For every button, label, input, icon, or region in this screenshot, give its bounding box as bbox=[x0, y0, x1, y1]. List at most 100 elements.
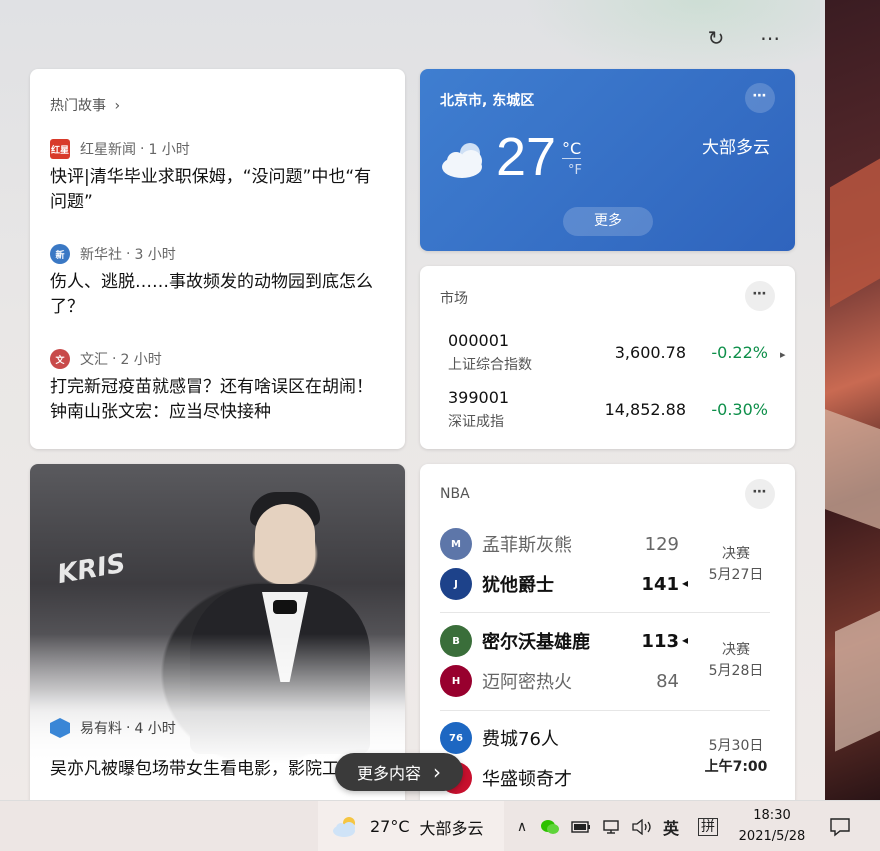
team-name: 华盛顿奇才 bbox=[482, 769, 572, 790]
game-info: 5月30日 上午7:00 bbox=[692, 736, 780, 778]
team-name: 孟菲斯灰熊 bbox=[482, 535, 572, 556]
winner-arrow-icon: ◂ bbox=[682, 633, 689, 647]
game-time: 上午7:00 bbox=[704, 759, 768, 775]
source-logo-icon bbox=[50, 718, 70, 738]
more-options-icon[interactable]: ⋯ bbox=[745, 83, 775, 113]
story-item[interactable]: 新 新华社 · 3 小时 伤人、逃脱……事故频发的动物园到底怎么了？ bbox=[50, 244, 380, 320]
team-score: 84 bbox=[656, 671, 679, 692]
team-score: 129 bbox=[644, 534, 679, 555]
chevron-right-icon: › bbox=[433, 760, 441, 784]
unit-celsius-toggle[interactable]: °C bbox=[562, 139, 582, 159]
heat-logo-icon: H bbox=[440, 665, 472, 697]
market-row[interactable]: 000001 上证综合指数 3,600.78 -0.22% bbox=[448, 331, 768, 375]
divider bbox=[440, 612, 770, 613]
game-stage: 决赛 bbox=[722, 642, 750, 658]
weather-condition: 大部多云 bbox=[702, 138, 770, 158]
taskbar-weather-button[interactable]: 27°C 大部多云 bbox=[318, 801, 504, 851]
story-time: 3 小时 bbox=[134, 247, 176, 263]
refresh-icon[interactable]: ↻ bbox=[702, 24, 730, 52]
photo-story-card[interactable]: KRIS 易有料·4 小时 吴亦凡被曝包场带女生看电影，影院工作人员公开监控视频… bbox=[30, 464, 405, 800]
market-title: 市场 bbox=[440, 291, 468, 307]
game-stage: 决赛 bbox=[722, 546, 750, 562]
stock-change: -0.30% bbox=[711, 400, 768, 419]
story-time: 4 小时 bbox=[134, 721, 176, 737]
stock-price: 14,852.88 bbox=[604, 400, 686, 419]
story-source: 易有料 bbox=[80, 721, 122, 737]
team-name: 迈阿密热火 bbox=[482, 672, 572, 693]
winner-arrow-icon: ◂ bbox=[682, 576, 689, 590]
cloudy-icon bbox=[442, 143, 482, 178]
story-item[interactable]: 红星 红星新闻 · 1 小时 快评|清华毕业求职保姆，“没问题”中也“有问题” bbox=[50, 139, 380, 215]
ime-mode-indicator[interactable]: 拼 bbox=[696, 801, 720, 851]
story-source: 红星新闻 bbox=[80, 142, 136, 158]
stock-code: 000001 bbox=[448, 331, 510, 350]
source-logo-icon: 新 bbox=[50, 244, 70, 264]
taskbar-condition: 大部多云 bbox=[419, 818, 484, 838]
stock-name: 上证综合指数 bbox=[448, 357, 532, 373]
weather-location: 北京市, 东城区 bbox=[440, 93, 535, 109]
taskbar-clock[interactable]: 18:30 2021/5/28 bbox=[728, 805, 816, 847]
market-next-icon[interactable]: ▸ bbox=[780, 348, 786, 361]
story-headline[interactable]: 打完新冠疫苗就感冒？还有啥误区在胡闹！钟南山张文宏：应当尽快接种 bbox=[50, 375, 380, 425]
source-logo-icon: 文 bbox=[50, 349, 70, 369]
battery-icon[interactable] bbox=[569, 801, 593, 851]
news-interests-panel: ↻ ⋯ 热门故事 › 红星 红星新闻 · 1 小时 快评|清华毕业求职保姆，“没问题… bbox=[0, 0, 825, 800]
story-source-line: 易有料 · 4 小时 bbox=[50, 718, 176, 738]
taskbar-temperature: 27°C bbox=[370, 817, 410, 836]
top-stories-card: 热门故事 › 红星 红星新闻 · 1 小时 快评|清华毕业求职保姆，“没问题”中也“… bbox=[30, 69, 405, 449]
game-info: 决赛 5月28日 bbox=[692, 640, 780, 682]
stock-price: 3,600.78 bbox=[614, 343, 686, 362]
source-logo-icon: 红星 bbox=[50, 139, 70, 159]
bucks-logo-icon: B bbox=[440, 625, 472, 657]
taskbar: 27°C 大部多云 ∧ 英 拼 18:30 2021/5/28 bbox=[0, 800, 880, 851]
unit-fahrenheit-toggle[interactable]: °F bbox=[568, 163, 582, 178]
more-content-button[interactable]: 更多内容 › bbox=[335, 753, 463, 791]
market-row[interactable]: 399001 深证成指 14,852.88 -0.30% bbox=[448, 388, 768, 432]
story-headline[interactable]: 快评|清华毕业求职保姆，“没问题”中也“有问题” bbox=[50, 165, 380, 215]
stock-name: 深证成指 bbox=[448, 414, 504, 430]
game-date: 5月27日 bbox=[708, 567, 764, 583]
story-source: 文汇 bbox=[80, 352, 108, 368]
top-stories-title[interactable]: 热门故事 › bbox=[50, 95, 120, 115]
story-item[interactable]: 文 文汇 · 2 小时 打完新冠疫苗就感冒？还有啥误区在胡闹！钟南山张文宏：应当尽快… bbox=[50, 349, 380, 425]
story-time: 2 小时 bbox=[120, 352, 162, 368]
team-score: 113 bbox=[641, 631, 679, 652]
divider bbox=[440, 710, 770, 711]
wechat-icon[interactable] bbox=[538, 801, 562, 851]
weather-temperature: 27 bbox=[496, 127, 557, 187]
game-info: 决赛 5月27日 bbox=[692, 544, 780, 586]
more-options-icon[interactable]: ⋯ bbox=[745, 281, 775, 311]
volume-icon[interactable] bbox=[630, 801, 654, 851]
network-icon[interactable] bbox=[600, 801, 624, 851]
team-name: 犹他爵士 bbox=[482, 575, 554, 596]
weather-more-button[interactable]: 更多 bbox=[563, 207, 653, 236]
team-row[interactable]: W 华盛顿奇才 bbox=[440, 762, 690, 794]
more-options-icon[interactable]: ⋯ bbox=[745, 479, 775, 509]
market-card: 市场 ⋯ 000001 上证综合指数 3,600.78 -0.22% 39900… bbox=[420, 266, 795, 449]
76ers-logo-icon: 76 bbox=[440, 722, 472, 754]
nba-title: NBA bbox=[440, 486, 470, 502]
notification-icon[interactable] bbox=[826, 801, 854, 851]
team-score: 141 bbox=[641, 574, 679, 595]
sign-text: KRIS bbox=[55, 548, 128, 591]
team-name: 密尔沃基雄鹿 bbox=[482, 632, 590, 653]
story-source: 新华社 bbox=[80, 247, 122, 263]
weather-card[interactable]: 北京市, 东城区 ⋯ 27 °C °F 大部多云 更多 bbox=[420, 69, 795, 251]
story-headline[interactable]: 伤人、逃脱……事故频发的动物园到底怎么了？ bbox=[50, 270, 380, 320]
jazz-logo-icon: J bbox=[440, 568, 472, 600]
team-row[interactable]: 76 费城76人 bbox=[440, 722, 690, 754]
ime-language-indicator[interactable]: 英 bbox=[659, 801, 683, 851]
stock-code: 399001 bbox=[448, 388, 510, 407]
team-name: 费城76人 bbox=[482, 729, 559, 750]
nba-card: NBA ⋯ M 孟菲斯灰熊 129 J 犹他爵士 141 ◂ 决赛 5月27日 … bbox=[420, 464, 795, 800]
game-date: 5月28日 bbox=[708, 663, 764, 679]
stock-change: -0.22% bbox=[711, 343, 768, 362]
clock-date: 2021/5/28 bbox=[738, 829, 806, 844]
desktop-wallpaper bbox=[825, 0, 880, 800]
story-time: 1 小时 bbox=[148, 142, 190, 158]
clock-time: 18:30 bbox=[753, 808, 791, 823]
cloudy-icon bbox=[333, 816, 355, 837]
more-options-icon[interactable]: ⋯ bbox=[756, 24, 784, 52]
tray-expand-icon[interactable]: ∧ bbox=[510, 801, 534, 851]
grizzlies-logo-icon: M bbox=[440, 528, 472, 560]
